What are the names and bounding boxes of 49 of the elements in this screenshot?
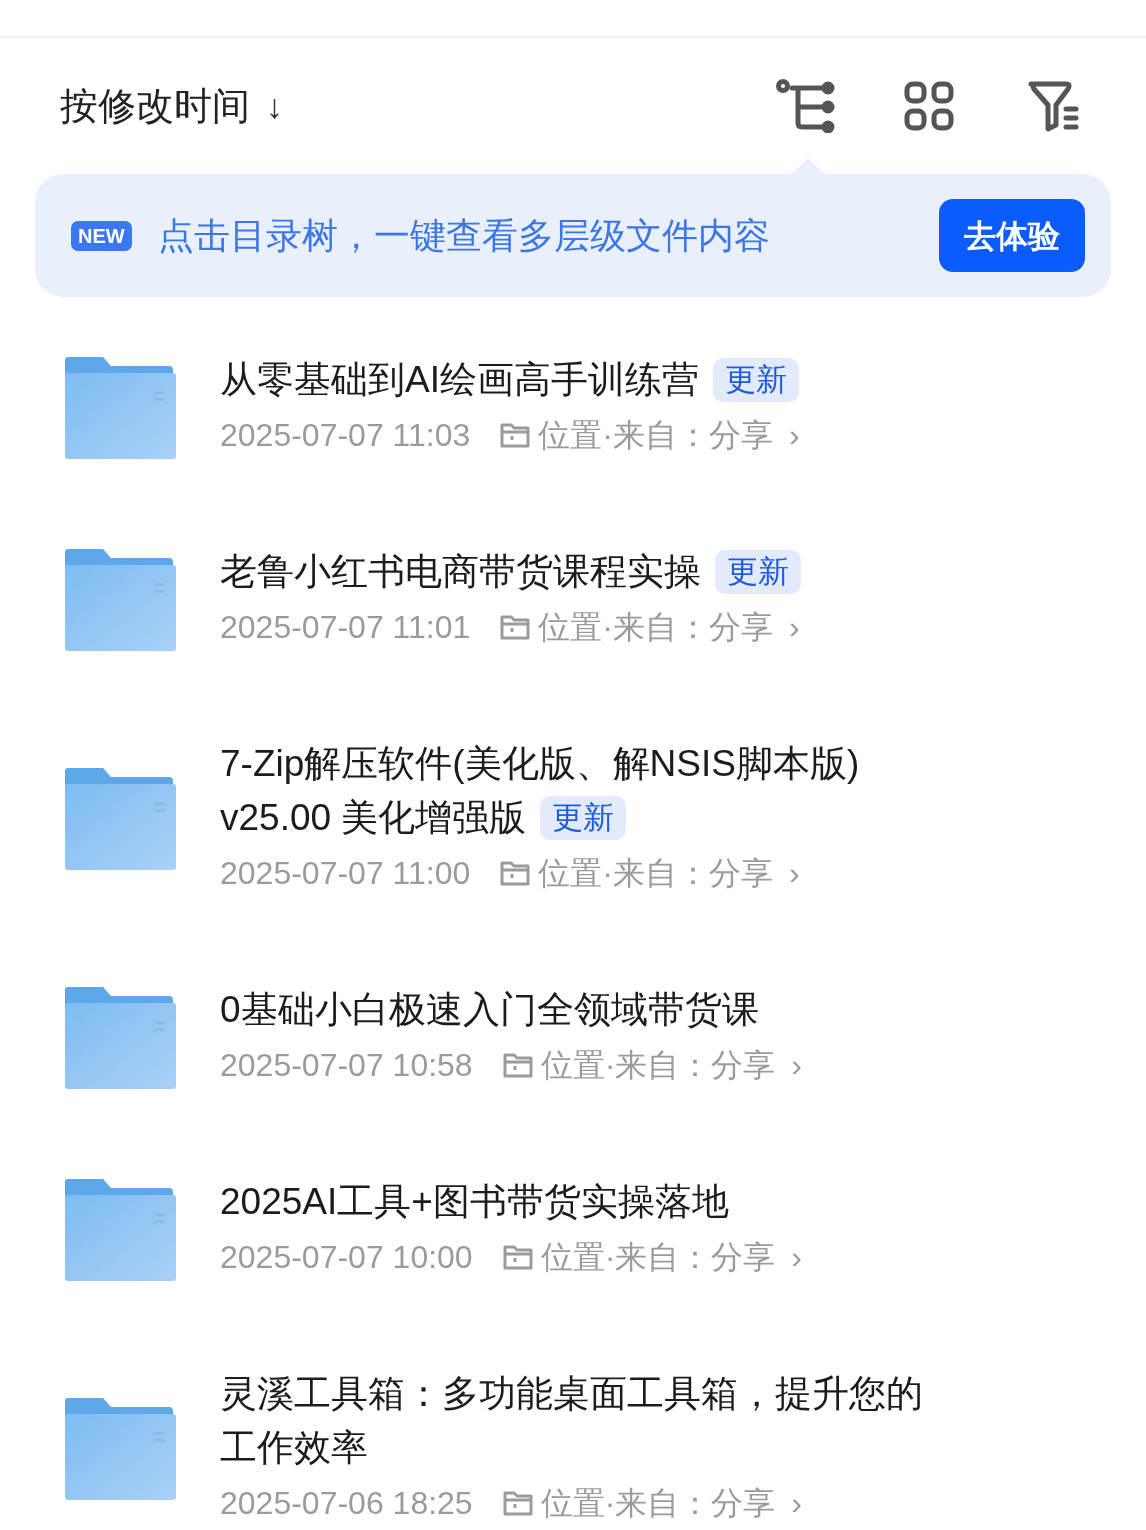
chevron-icon[interactable]: › [788, 407, 800, 463]
location-link[interactable]: 位置·来自：分享 [540, 1475, 776, 1530]
file-name[interactable]: 从零基础到AI绘画高手训练营 [220, 353, 699, 407]
folder-icon [65, 987, 176, 1089]
file-name[interactable]: 工作效率 [220, 1421, 368, 1475]
file-name[interactable]: 7-Zip解压软件(美化版、解NSIS脚本版) [220, 737, 860, 791]
new-badge: NEW [71, 220, 132, 251]
banner-text: 点击目录树，一键查看多层级文件内容 [157, 213, 770, 258]
location-link[interactable]: 位置·来自：分享 [538, 599, 773, 655]
location-link[interactable]: 位置·来自：分享 [538, 845, 773, 901]
modified-time: 2025-07-07 11:01 [220, 608, 471, 647]
file-name[interactable]: 老鲁小红书电商带货课程实操 [220, 545, 701, 599]
sort-label[interactable]: 按修改时间 [60, 77, 250, 135]
folder-outline-icon [502, 1244, 533, 1270]
chevron-icon[interactable]: › [791, 1037, 802, 1093]
folder-icon [65, 1398, 176, 1500]
modified-time: 2025-07-07 11:00 [220, 854, 471, 893]
folder-icon [65, 549, 176, 651]
location-link[interactable]: 位置·来自：分享 [540, 1229, 776, 1285]
file-name[interactable]: v25.00 美化增强版 [220, 791, 527, 845]
update-badge: 更新 [540, 796, 627, 840]
modified-time: 2025-07-06 18:25 [220, 1484, 473, 1523]
folder-icon [65, 768, 176, 870]
grid-view-icon[interactable] [904, 81, 954, 131]
location-link[interactable]: 位置·来自：分享 [538, 407, 773, 463]
folder-icon [65, 357, 176, 459]
file-name[interactable]: 灵溪工具箱：多功能桌面工具箱，提升您的 [220, 1367, 923, 1421]
tree-view-icon[interactable] [776, 79, 836, 133]
chevron-icon[interactable]: › [788, 845, 800, 901]
modified-time: 2025-07-07 10:58 [220, 1046, 473, 1085]
update-badge: 更新 [712, 358, 799, 402]
try-button[interactable]: 去体验 [939, 199, 1085, 272]
folder-outline-icon [500, 860, 531, 886]
sort-arrow[interactable]: ↓ [266, 80, 283, 132]
chevron-icon[interactable]: › [788, 599, 800, 655]
update-badge: 更新 [715, 550, 801, 594]
location-link[interactable]: 位置·来自：分享 [540, 1037, 776, 1093]
modified-time: 2025-07-07 10:00 [220, 1238, 473, 1277]
folder-outline-icon [500, 422, 531, 448]
file-name[interactable]: 0基础小白极速入门全领域带货课 [220, 983, 759, 1037]
chevron-icon[interactable]: › [791, 1229, 802, 1285]
modified-time: 2025-07-07 11:03 [220, 416, 471, 455]
folder-outline-icon [502, 1490, 533, 1516]
filter-icon[interactable] [1026, 79, 1080, 133]
folder-outline-icon [502, 1052, 533, 1078]
folder-outline-icon [500, 614, 531, 640]
folder-icon [65, 1179, 176, 1281]
file-name[interactable]: 2025AI工具+图书带货实操落地 [220, 1175, 729, 1229]
chevron-icon[interactable]: › [791, 1475, 802, 1530]
